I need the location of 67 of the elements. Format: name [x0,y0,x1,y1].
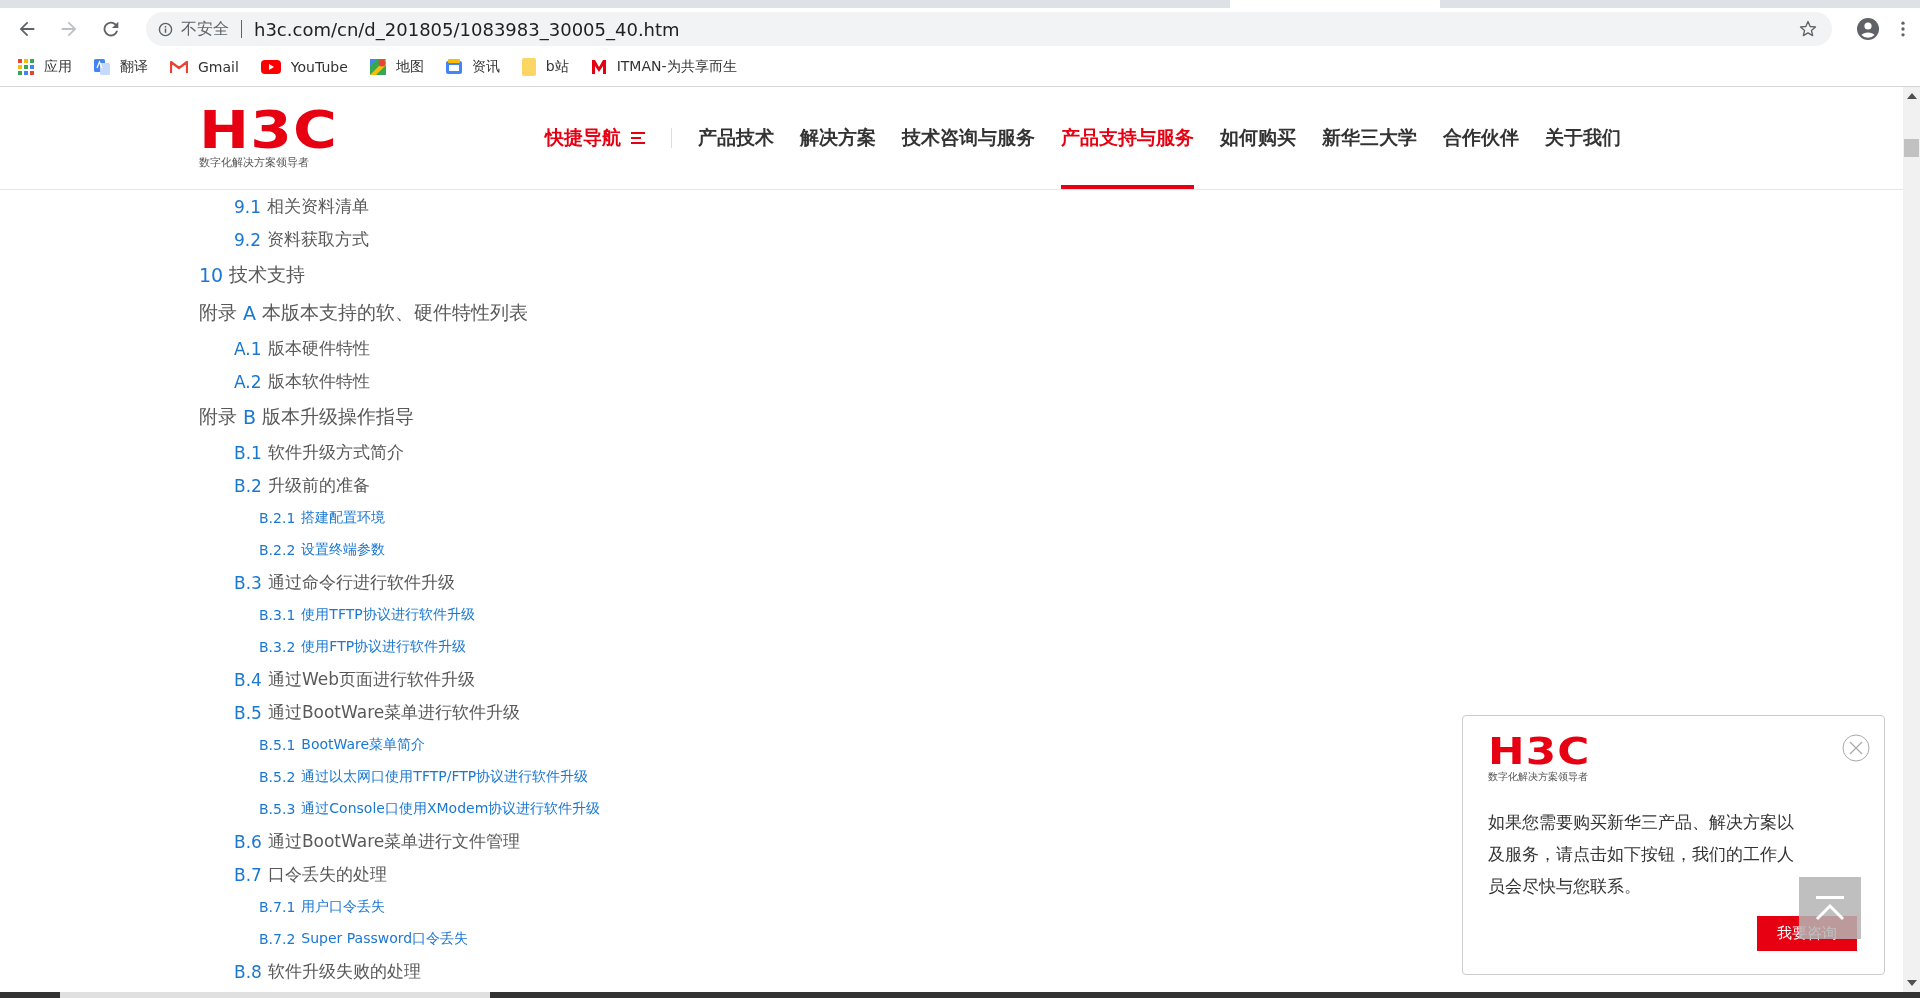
newspaper-icon [445,59,462,75]
scroll-up-arrow-icon[interactable] [1906,93,1917,99]
address-bar[interactable]: 不安全 h3c.com/cn/d_201805/1083983_30005_40.htm [146,12,1832,46]
toc-link[interactable]: A.2 版本软件特性 [199,365,370,398]
bookmark-star-icon[interactable] [1798,19,1818,39]
logo-tagline: 数字化解决方案领导者 [1488,770,1588,784]
toc-link[interactable]: 10 技术支持 [199,256,306,294]
scrollbar-thumb[interactable] [1904,139,1919,157]
horizontal-scrollbar[interactable] [0,992,1920,998]
bookmark-item[interactable]: Gmail [170,59,239,75]
apps-grid-icon [18,59,34,75]
nav-link[interactable]: 新华三大学 [1321,87,1417,189]
toc-link[interactable]: B.1 软件升级方式简介 [199,436,404,469]
play-icon [260,60,281,74]
bookmark-item[interactable]: YouTube [260,59,348,75]
logo-tagline: 数字化解决方案领导者 [199,154,310,170]
url-text: h3c.com/cn/d_201805/1083983_30005_40.htm [254,18,681,40]
toc-link[interactable]: B.2.1 搭建配置环境 [199,502,386,534]
toc-link[interactable]: B.2.2 设置终端参数 [199,534,386,566]
bookmark-item[interactable]: b站 [521,58,569,76]
toc-link[interactable]: B.5.1 BootWare菜单简介 [199,729,426,761]
bookmark-item[interactable]: 应用 [18,58,72,76]
toc-link[interactable]: 附录 A 本版本支持的软、硬件特性列表 [199,294,528,332]
nav-link[interactable]: 产品支持与服务 [1060,87,1194,189]
profile-icon[interactable] [1856,17,1880,41]
scroll-down-arrow-icon[interactable] [1906,980,1917,986]
toc-link[interactable]: B.7.1 用户口令丢失 [199,891,386,923]
menu-icon[interactable] [1900,19,1906,39]
toc-link[interactable]: 9.1 相关资料清单 [199,190,370,223]
bookmark-item[interactable]: 资讯 [445,58,500,76]
logo-text[interactable]: H3C [199,106,338,153]
nav-link[interactable]: 解决方案 [799,87,876,189]
toc-link[interactable]: 附录 B 版本升级操作指导 [199,398,415,436]
toc-link[interactable]: B.3 通过命令行进行软件升级 [199,566,455,599]
quick-nav-link[interactable]: 快捷导航 [544,87,645,189]
vertical-scrollbar[interactable] [1903,87,1920,992]
bookmark-item[interactable]: 翻译 [94,58,148,76]
logo-text: H3C [1488,734,1592,768]
translate-icon [94,59,110,75]
toc-link[interactable]: B.5.3 通过Console口使用XModem协议进行软件升级 [199,793,601,825]
nav-link[interactable]: 技术咨询与服务 [901,87,1035,189]
list-icon [630,132,645,144]
nav-link[interactable]: 关于我们 [1544,87,1621,189]
info-icon [158,21,173,37]
toc-link[interactable]: B.5.2 通过以太网口使用TFTP/FTP协议进行软件升级 [199,761,589,793]
toc-link[interactable]: B.3.1 使用TFTP协议进行软件升级 [199,599,475,631]
toc-link[interactable]: B.6 通过BootWare菜单进行文件管理 [199,825,521,858]
toc-link[interactable]: B.3.2 使用FTP协议进行软件升级 [199,631,467,663]
nav-link[interactable]: 如何购买 [1219,87,1296,189]
toc-link[interactable]: A.1 版本硬件特性 [199,332,370,365]
bookmark-item[interactable]: ITMAN-为共享而生 [590,58,737,76]
m-logo-icon [590,59,607,75]
toc-link[interactable]: B.2 升级前的准备 [199,469,370,502]
popup-message: 如果您需要购买新华三产品、解决方案以及服务，请点击如下按钮，我们的工作人员会尽快与您联系。 [1488,811,1795,898]
nav-link[interactable]: 产品技术 [697,87,774,189]
toc-link[interactable]: B.5 通过BootWare菜单进行软件升级 [199,696,521,729]
envelope-m-icon [170,60,188,74]
nav-link[interactable]: 合作伙伴 [1442,87,1519,189]
toc-link[interactable]: 9.2 资料获取方式 [199,223,370,256]
folder-icon [521,58,536,76]
toc-link[interactable]: B.4 通过Web页面进行软件升级 [199,663,475,696]
toc-link[interactable]: B.8 软件升级失败的处理 [199,955,421,988]
toc-link[interactable]: B.7.2 Super Password口令丢失 [199,923,469,955]
security-label: 不安全 [181,18,229,40]
toc-link[interactable]: B.7 口令丢失的处理 [199,858,387,891]
bookmark-item[interactable]: 地图 [369,58,424,76]
map-icon [369,59,386,75]
